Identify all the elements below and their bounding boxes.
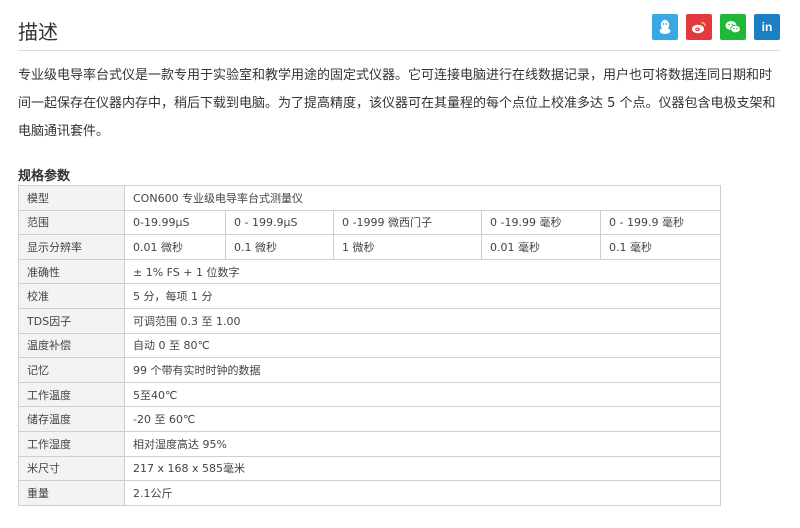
wechat-icon [725, 21, 741, 34]
spec-label: 记忆 [18, 357, 125, 383]
spec-value: 0 -19.99 毫秒 [481, 209, 601, 236]
section-title: 描述 [18, 20, 58, 44]
spec-label: 米尺寸 [18, 455, 125, 482]
table-row: 工作湿度 相对湿度高达 95% [18, 430, 721, 457]
description-header: 描述 in [18, 14, 780, 51]
spec-value: 0.1 毫秒 [600, 234, 721, 260]
spec-value: 99 个带有实时时钟的数据 [124, 357, 721, 383]
table-row: 模型 CON600 专业级电导率台式测量仪 [18, 185, 721, 211]
linkedin-share-button[interactable]: in [754, 14, 780, 40]
table-row: 工作温度 5至40℃ [18, 381, 721, 408]
qq-penguin-icon [659, 19, 671, 34]
spec-value: 0.01 微秒 [124, 234, 226, 260]
product-description: 专业级电导率台式仪是一款专用于实验室和教学用途的固定式仪器。它可连接电脑进行在线… [18, 68, 776, 139]
table-row: 储存温度 -20 至 60℃ [18, 406, 721, 432]
spec-value: -20 至 60℃ [124, 406, 721, 432]
spec-label: 显示分辨率 [18, 234, 125, 260]
spec-value: 可调范围 0.3 至 1.00 [124, 307, 721, 334]
table-row: 重量 2.1公斤 [18, 480, 721, 506]
spec-label: 范围 [18, 209, 125, 236]
share-bar: in [652, 14, 780, 40]
spec-value: 217 x 168 x 585毫米 [124, 455, 721, 482]
spec-label: 模型 [18, 185, 125, 211]
spec-value: 1 微秒 [333, 234, 482, 260]
spec-value: 0 -1999 微西门子 [333, 209, 482, 236]
spec-label: TDS因子 [18, 307, 125, 334]
spec-value: 相对湿度高达 95% [124, 430, 721, 457]
spec-value: ± 1% FS + 1 位数字 [124, 258, 721, 285]
spec-value: 0.1 微秒 [225, 234, 334, 260]
wechat-share-button[interactable] [720, 14, 746, 40]
table-row: 米尺寸 217 x 168 x 585毫米 [18, 455, 721, 482]
spec-label: 工作温度 [18, 381, 125, 408]
table-row: 记忆 99 个带有实时时钟的数据 [18, 357, 721, 383]
spec-value: 0-19.99µS [124, 209, 226, 236]
table-row: 显示分辨率 0.01 微秒 0.1 微秒 1 微秒 0.01 毫秒 0.1 毫秒 [18, 234, 721, 260]
qq-share-button[interactable] [652, 14, 678, 40]
spec-value: 5 分，每项 1 分 [124, 283, 721, 309]
table-row: 温度补偿 自动 0 至 80℃ [18, 332, 721, 359]
spec-label: 温度补偿 [18, 332, 125, 359]
weibo-icon [692, 21, 706, 34]
spec-value: 2.1公斤 [124, 480, 721, 506]
table-row: 范围 0-19.99µS 0 - 199.9µS 0 -1999 微西门子 0 … [18, 209, 721, 236]
spec-value: 自动 0 至 80℃ [124, 332, 721, 359]
linkedin-icon: in [761, 20, 773, 34]
spec-title: 规格参数 [18, 169, 71, 184]
spec-value: 0.01 毫秒 [481, 234, 601, 260]
table-row: 校准 5 分，每项 1 分 [18, 283, 721, 309]
weibo-share-button[interactable] [686, 14, 712, 40]
table-row: 准确性 ± 1% FS + 1 位数字 [18, 258, 721, 285]
spec-table: 模型 CON600 专业级电导率台式测量仪 范围 0-19.99µS 0 - 1… [18, 185, 721, 506]
spec-label: 校准 [18, 283, 125, 309]
table-row: TDS因子 可调范围 0.3 至 1.00 [18, 307, 721, 334]
spec-label: 准确性 [18, 258, 125, 285]
spec-value: 0 - 199.9µS [225, 209, 334, 236]
spec-label: 重量 [18, 480, 125, 506]
spec-label: 储存温度 [18, 406, 125, 432]
spec-value: 0 - 199.9 毫秒 [600, 209, 721, 236]
spec-value: CON600 专业级电导率台式测量仪 [124, 185, 721, 211]
spec-label: 工作湿度 [18, 430, 125, 457]
spec-value: 5至40℃ [124, 381, 721, 408]
